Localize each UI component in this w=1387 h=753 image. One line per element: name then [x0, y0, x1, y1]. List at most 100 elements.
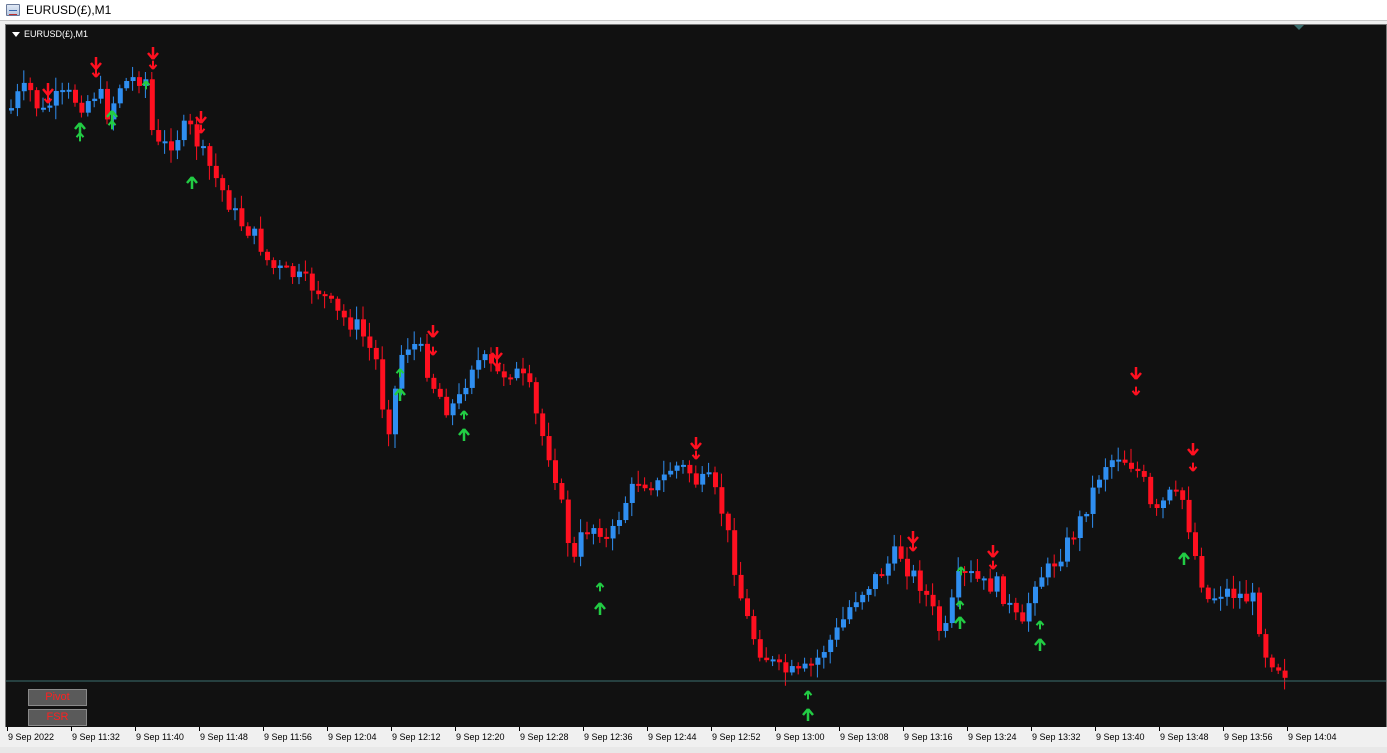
candle-body	[341, 310, 347, 318]
time-tick	[1223, 727, 1224, 731]
window-title: EURUSD(£),M1	[26, 3, 112, 17]
title-bar: EURUSD(£),M1	[0, 0, 1387, 21]
candle-body	[405, 349, 411, 355]
candle-body	[137, 77, 142, 86]
time-label: 9 Sep 2022	[8, 732, 55, 742]
candle-body	[437, 388, 443, 397]
candle-body	[1109, 460, 1115, 468]
candle-body	[617, 520, 622, 526]
candle-body	[981, 578, 987, 581]
candle-body	[297, 271, 302, 278]
candle-body	[412, 343, 418, 350]
candle-body	[53, 90, 59, 106]
arrow-down-icon	[42, 83, 54, 96]
time-label: 9 Sep 13:56	[1224, 732, 1273, 742]
chart-window-icon	[6, 4, 20, 16]
candle-body	[181, 120, 187, 141]
time-label: 9 Sep 11:48	[200, 732, 248, 742]
candle-body	[15, 91, 21, 109]
arrow-down-icon	[91, 68, 101, 78]
pivot-button[interactable]: Pivot	[28, 689, 87, 706]
candle-body	[821, 652, 827, 658]
candle-body	[1263, 634, 1269, 658]
time-label: 9 Sep 12:04	[328, 732, 377, 742]
candle-body	[194, 124, 200, 147]
arrow-up-icon	[594, 602, 606, 615]
candle-body	[860, 594, 866, 603]
candle-body	[117, 88, 123, 104]
arrow-up-icon	[802, 708, 814, 721]
candle-body	[1141, 471, 1147, 477]
candle-body	[348, 317, 354, 330]
candle-body	[1084, 513, 1090, 517]
candle-body	[994, 576, 1000, 592]
candle-body	[220, 178, 226, 191]
candle-body	[661, 474, 667, 481]
candle-body	[1090, 487, 1096, 514]
arrow-down-icon	[148, 60, 158, 70]
arrow-down-icon	[1131, 386, 1141, 396]
time-label: 9 Sep 13:32	[1032, 732, 1081, 742]
candle-body	[1237, 593, 1243, 598]
candle-body	[751, 616, 757, 640]
arrow-up-icon	[954, 616, 966, 629]
candle-body	[1077, 516, 1083, 539]
candle-body	[418, 343, 424, 346]
candle-body	[1058, 561, 1064, 567]
arrow-up-icon	[75, 132, 85, 142]
candle-body	[156, 130, 162, 142]
fsr-button[interactable]: FSR	[28, 709, 87, 726]
candle-body	[885, 563, 891, 576]
candle-body	[636, 483, 642, 486]
candle-body	[175, 140, 181, 151]
candle-body	[597, 528, 603, 537]
candle-body	[1186, 499, 1192, 533]
time-tick	[1159, 727, 1160, 731]
candle-body	[546, 436, 552, 461]
time-label: 9 Sep 12:52	[712, 732, 761, 742]
candle-body	[252, 228, 258, 236]
candle-body	[732, 530, 738, 575]
candle-body	[98, 88, 104, 99]
candle-body	[201, 146, 206, 149]
candle-body	[309, 273, 315, 291]
candle-body	[239, 208, 245, 227]
candle-body	[9, 108, 14, 111]
candle-body	[757, 639, 763, 658]
candle-body	[1282, 670, 1288, 678]
candle-body	[92, 98, 98, 102]
chart-symbol-text: EURUSD(£),M1	[24, 29, 89, 39]
candle-body	[783, 662, 789, 673]
arrow-down-icon	[988, 560, 998, 570]
time-label: 9 Sep 11:56	[264, 732, 312, 742]
candle-body	[373, 347, 379, 360]
candle-body	[879, 574, 885, 577]
candle-body	[457, 394, 462, 404]
candle-body	[213, 165, 219, 179]
time-tick	[711, 727, 712, 731]
candle-body	[917, 570, 923, 591]
candle-body	[1103, 467, 1109, 480]
chart-symbol-label[interactable]: EURUSD(£),M1	[12, 29, 88, 39]
candle-body	[898, 546, 904, 559]
arrow-down-icon	[43, 94, 53, 104]
time-label: 9 Sep 13:24	[968, 732, 1017, 742]
candle-body	[303, 271, 309, 274]
arrow-down-icon	[147, 47, 159, 60]
candle-body	[1193, 532, 1198, 557]
time-tick	[839, 727, 840, 731]
candle-body	[623, 502, 629, 521]
candle-body	[1039, 577, 1045, 587]
arrow-down-icon	[428, 346, 438, 356]
candle-body	[476, 360, 482, 370]
time-tick	[967, 727, 968, 731]
candle-body	[1045, 563, 1051, 578]
chart-area[interactable]: EURUSD(£),M1 Pivot FSR	[5, 24, 1387, 746]
candle-body	[1244, 593, 1250, 602]
candle-body	[1257, 592, 1262, 635]
time-tick	[135, 727, 136, 731]
candle-body	[284, 265, 290, 268]
candle-body	[905, 558, 910, 577]
candle-body	[815, 657, 821, 665]
candle-body	[540, 413, 546, 437]
